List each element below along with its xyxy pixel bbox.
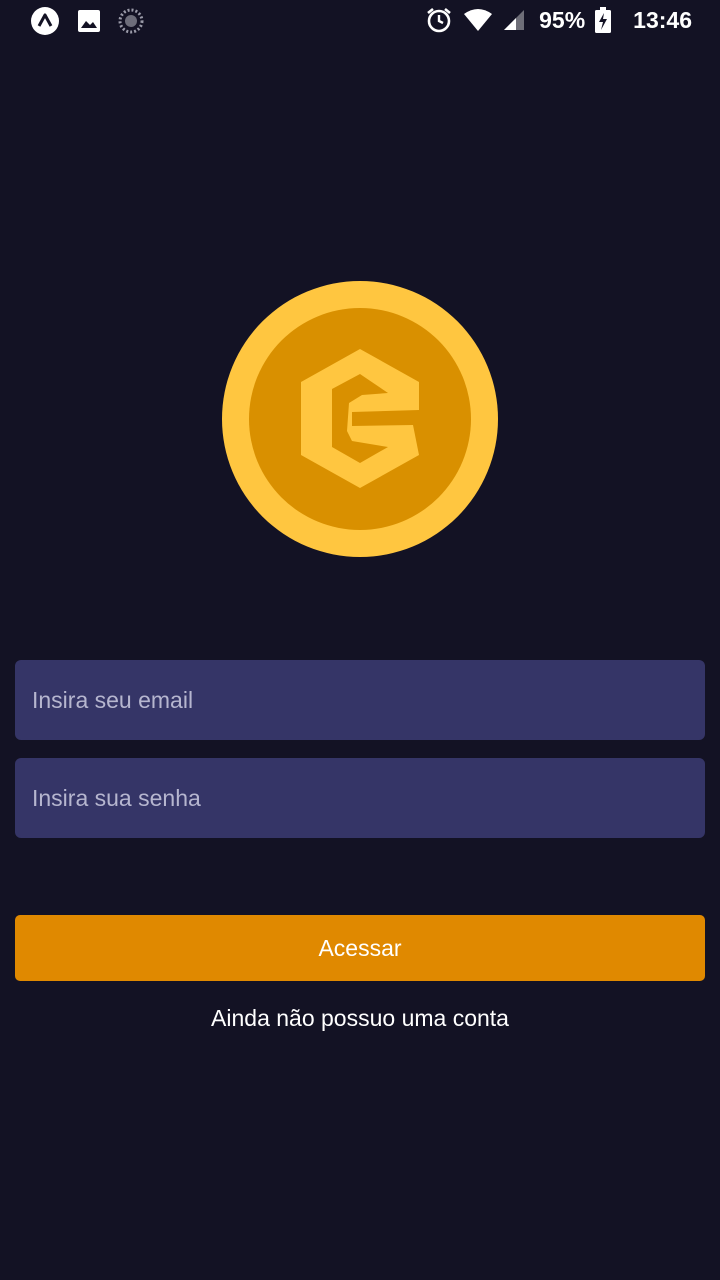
status-clock: 13:46 (633, 6, 692, 33)
login-button[interactable]: Acessar (15, 915, 705, 981)
email-input[interactable] (15, 660, 705, 740)
status-bar: 95% 13:46 (0, 0, 720, 42)
status-bar-notifications (30, 6, 144, 36)
battery-percent: 95% (539, 6, 586, 33)
loading-spinner-icon (118, 8, 144, 34)
image-notification-icon (76, 8, 102, 34)
battery-charging-icon (595, 7, 612, 33)
cell-signal-icon (503, 9, 525, 31)
password-input[interactable] (15, 758, 705, 838)
alarm-icon (425, 6, 453, 34)
coin-inner-face (249, 308, 471, 530)
wifi-icon (463, 8, 493, 32)
password-field[interactable] (15, 758, 705, 838)
login-screen: 95% 13:46 Acessar Ainda não possuo uma (0, 0, 720, 1280)
email-field[interactable] (15, 660, 705, 740)
signup-link[interactable]: Ainda não possuo uma conta (0, 1000, 720, 1036)
status-bar-system: 95% 13:46 (425, 6, 692, 34)
expo-icon (30, 6, 60, 36)
coin-logo (222, 281, 498, 557)
